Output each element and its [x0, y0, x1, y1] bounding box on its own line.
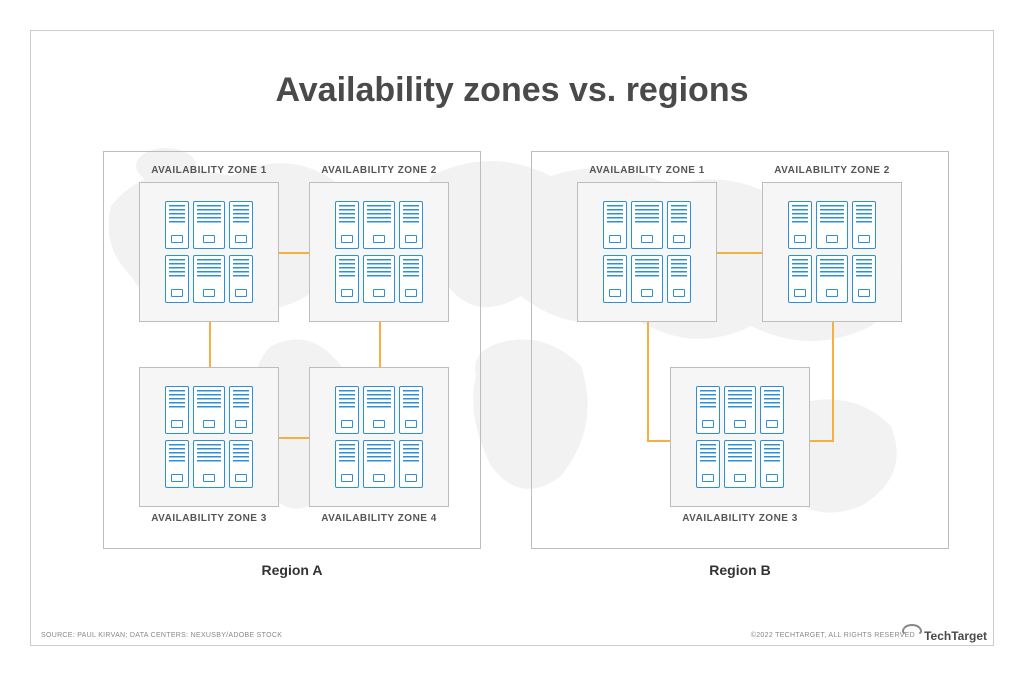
server-icon — [193, 386, 225, 434]
diagram-title: Availability zones vs. regions — [31, 71, 993, 110]
connection-line — [717, 252, 762, 254]
region-a-label: Region A — [104, 562, 480, 578]
server-row — [788, 201, 876, 249]
server-icon — [165, 201, 189, 249]
server-icon — [193, 201, 225, 249]
server-icon — [852, 201, 876, 249]
server-icon — [760, 440, 784, 488]
region-b-box: AVAILABILITY ZONE 1 AVAILABILITY ZONE 2 … — [531, 151, 949, 549]
server-icon — [788, 201, 812, 249]
server-row — [603, 255, 691, 303]
region-b-label: Region B — [532, 562, 948, 578]
server-icon — [229, 255, 253, 303]
server-icon — [696, 440, 720, 488]
connection-line — [810, 440, 834, 442]
server-icon — [724, 386, 756, 434]
availability-zone-b1: AVAILABILITY ZONE 1 — [577, 182, 717, 322]
server-icon — [724, 440, 756, 488]
server-row — [165, 440, 253, 488]
server-row — [165, 255, 253, 303]
availability-zone-a3: AVAILABILITY ZONE 3 — [139, 367, 279, 507]
server-icon — [631, 201, 663, 249]
server-icon — [363, 440, 395, 488]
server-icon — [696, 386, 720, 434]
server-icon — [788, 255, 812, 303]
server-row — [335, 255, 423, 303]
server-row — [165, 386, 253, 434]
region-a-box: AVAILABILITY ZONE 1 AVAILABILITY ZONE 2 … — [103, 151, 481, 549]
server-icon — [335, 386, 359, 434]
zone-label: AVAILABILITY ZONE 4 — [321, 513, 437, 524]
server-icon — [667, 201, 691, 249]
server-row — [788, 255, 876, 303]
server-row — [335, 440, 423, 488]
server-icon — [852, 255, 876, 303]
connection-line — [379, 322, 381, 367]
server-icon — [229, 201, 253, 249]
server-icon — [335, 201, 359, 249]
server-row — [335, 201, 423, 249]
connection-line — [832, 322, 834, 442]
zone-label: AVAILABILITY ZONE 2 — [321, 165, 437, 176]
server-icon — [335, 255, 359, 303]
source-attribution: SOURCE: PAUL KIRVAN; DATA CENTERS: NEXUS… — [41, 632, 282, 639]
server-icon — [363, 386, 395, 434]
connection-line — [647, 322, 649, 442]
server-icon — [399, 255, 423, 303]
server-icon — [229, 440, 253, 488]
availability-zone-a4: AVAILABILITY ZONE 4 — [309, 367, 449, 507]
server-row — [696, 386, 784, 434]
copyright-text: ©2022 TECHTARGET, ALL RIGHTS RESERVED — [751, 632, 915, 639]
server-row — [165, 201, 253, 249]
zone-label: AVAILABILITY ZONE 1 — [151, 165, 267, 176]
server-icon — [399, 201, 423, 249]
zone-label: AVAILABILITY ZONE 1 — [589, 165, 705, 176]
server-row — [603, 201, 691, 249]
eye-icon — [902, 624, 922, 636]
techtarget-logo: TechTarget — [902, 629, 987, 643]
server-icon — [335, 440, 359, 488]
server-icon — [363, 255, 395, 303]
server-icon — [399, 440, 423, 488]
connection-line — [279, 252, 309, 254]
server-icon — [603, 255, 627, 303]
server-icon — [193, 440, 225, 488]
server-icon — [603, 201, 627, 249]
server-icon — [816, 255, 848, 303]
server-icon — [631, 255, 663, 303]
server-icon — [399, 386, 423, 434]
server-icon — [193, 255, 225, 303]
diagram-canvas: Availability zones vs. regions AVAILABIL… — [30, 30, 994, 646]
zone-label: AVAILABILITY ZONE 3 — [682, 513, 798, 524]
availability-zone-a2: AVAILABILITY ZONE 2 — [309, 182, 449, 322]
server-icon — [760, 386, 784, 434]
zone-label: AVAILABILITY ZONE 2 — [774, 165, 890, 176]
server-icon — [165, 386, 189, 434]
server-icon — [667, 255, 691, 303]
connection-line — [279, 437, 309, 439]
server-icon — [165, 440, 189, 488]
server-icon — [229, 386, 253, 434]
connection-line — [647, 440, 672, 442]
zone-label: AVAILABILITY ZONE 3 — [151, 513, 267, 524]
availability-zone-b3: AVAILABILITY ZONE 3 — [670, 367, 810, 507]
availability-zone-b2: AVAILABILITY ZONE 2 — [762, 182, 902, 322]
availability-zone-a1: AVAILABILITY ZONE 1 — [139, 182, 279, 322]
server-icon — [816, 201, 848, 249]
server-row — [335, 386, 423, 434]
server-icon — [363, 201, 395, 249]
server-row — [696, 440, 784, 488]
connection-line — [209, 322, 211, 367]
server-icon — [165, 255, 189, 303]
brand-name: TechTarget — [924, 629, 987, 643]
